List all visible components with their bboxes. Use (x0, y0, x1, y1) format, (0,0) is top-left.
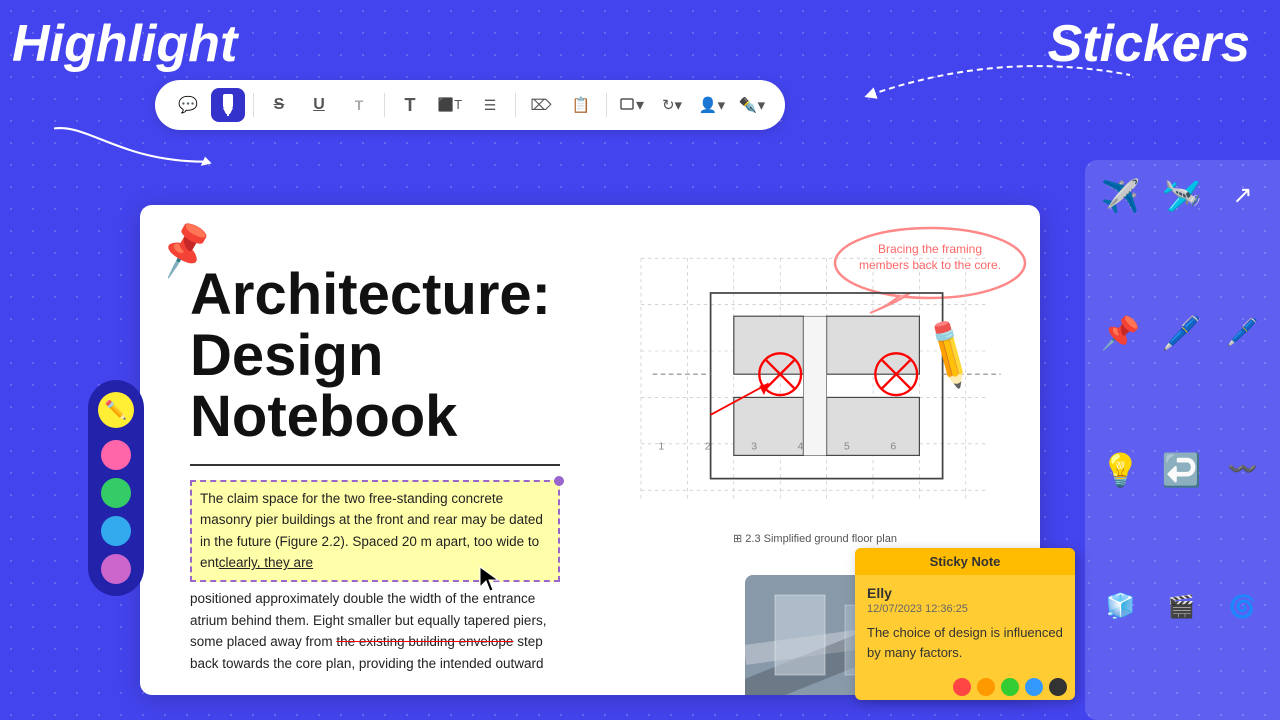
stamp-btn[interactable]: 📋 (564, 88, 598, 122)
highlight-title: Highlight (12, 14, 237, 74)
sticky-footer (855, 674, 1075, 700)
color-green[interactable] (101, 478, 131, 508)
sticky-dot-red[interactable] (953, 678, 971, 696)
sticker-arrow-up[interactable]: ↗ (1215, 168, 1270, 223)
eraser-btn[interactable]: ⌦ (524, 88, 558, 122)
color-pink[interactable] (101, 440, 131, 470)
text-btn[interactable]: T (342, 88, 376, 122)
sep4 (606, 93, 607, 117)
sticky-note: Sticky Note Elly 12/07/2023 12:36:25 The… (855, 548, 1075, 700)
doc-body-text: positioned approximately double the widt… (190, 588, 560, 674)
strikethrough-btn[interactable]: S (262, 88, 296, 122)
svg-text:1: 1 (658, 442, 664, 453)
highlight-btn[interactable] (211, 88, 245, 122)
floor-plan-caption: ⊞ 2.3 Simplified ground floor plan (610, 532, 1020, 545)
sep3 (515, 93, 516, 117)
sticker-eraser[interactable]: 🧊 (1093, 579, 1148, 634)
sticker-tack-green[interactable]: 🖊️ (1154, 305, 1209, 360)
highlighted-text: The claim space for the two free-standin… (200, 491, 543, 571)
doc-title: Architecture:Design Notebook (190, 265, 560, 448)
sticky-dot-blue[interactable] (1025, 678, 1043, 696)
rect-btn[interactable]: ▾ (615, 88, 649, 122)
color-blue[interactable] (101, 516, 131, 546)
sticky-header: Sticky Note (855, 548, 1075, 575)
sticker-wave[interactable]: 🌀 (1215, 579, 1270, 634)
toolbar: 💬 S U T T ⬛T ☰ ⌦ 📋 ▾ ↻▾ 👤▾ ✒️▾ (155, 80, 785, 130)
sticky-author: Elly (867, 585, 1063, 601)
text-col-btn[interactable]: ☰ (473, 88, 507, 122)
svg-text:2: 2 (705, 442, 711, 453)
dashed-curve (860, 45, 1140, 105)
svg-text:3: 3 (751, 442, 757, 453)
sticker-pin-red[interactable]: 📌 (1093, 305, 1148, 360)
sep1 (253, 93, 254, 117)
sticky-dot-orange[interactable] (977, 678, 995, 696)
sticker-arrow-back[interactable]: ↩️ (1154, 442, 1209, 497)
stickers-panel: ✈️ 🛩️ ↗ 📌 🖊️ 🖊️ 💡 ↩️ 〰️ 🧊 🎬 🌀 (1085, 160, 1280, 720)
sticky-date: 12/07/2023 12:36:25 (867, 603, 1063, 615)
rotate-btn[interactable]: ↻▾ (655, 88, 689, 122)
doc-left-column: Architecture:Design Notebook The claim s… (140, 205, 590, 695)
rect-icon (620, 98, 636, 112)
sticker-plane2[interactable]: 🛩️ (1154, 168, 1209, 223)
text-size-btn[interactable]: T (393, 88, 427, 122)
sticker-swirl[interactable]: 〰️ (1215, 442, 1270, 497)
sep2 (384, 93, 385, 117)
sticky-dot-dark[interactable] (1049, 678, 1067, 696)
highlighter-icon (219, 94, 237, 116)
sticker-clapperboard[interactable]: 🎬 (1154, 579, 1209, 634)
sticker-paper-plane[interactable]: ✈️ (1093, 168, 1148, 223)
svg-text:5: 5 (844, 442, 850, 453)
comment-btn[interactable]: 💬 (171, 88, 205, 122)
strikethrough-text: the existing building envelope (336, 634, 513, 649)
svg-text:6: 6 (890, 442, 896, 453)
sticky-content: The choice of design is influenced by ma… (867, 623, 1063, 662)
text-embed-btn[interactable]: ⬛T (433, 88, 467, 122)
sticker-pen-teal[interactable]: 🖊️ (1215, 305, 1270, 360)
sticky-body: Elly 12/07/2023 12:36:25 The choice of d… (855, 575, 1075, 674)
pen-tool-btn[interactable]: ✒️▾ (735, 88, 769, 122)
svg-text:4: 4 (798, 442, 804, 453)
user-btn[interactable]: 👤▾ (695, 88, 729, 122)
color-palette: ✏️ (88, 380, 144, 596)
sticky-dot-green[interactable] (1001, 678, 1019, 696)
doc-divider (190, 464, 560, 466)
highlight-box: The claim space for the two free-standin… (190, 480, 560, 582)
underline-btn[interactable]: U (302, 88, 336, 122)
color-purple[interactable] (101, 554, 131, 584)
sticker-lightbulb[interactable]: 💡 (1093, 442, 1148, 497)
pen-color-btn[interactable]: ✏️ (98, 392, 134, 428)
